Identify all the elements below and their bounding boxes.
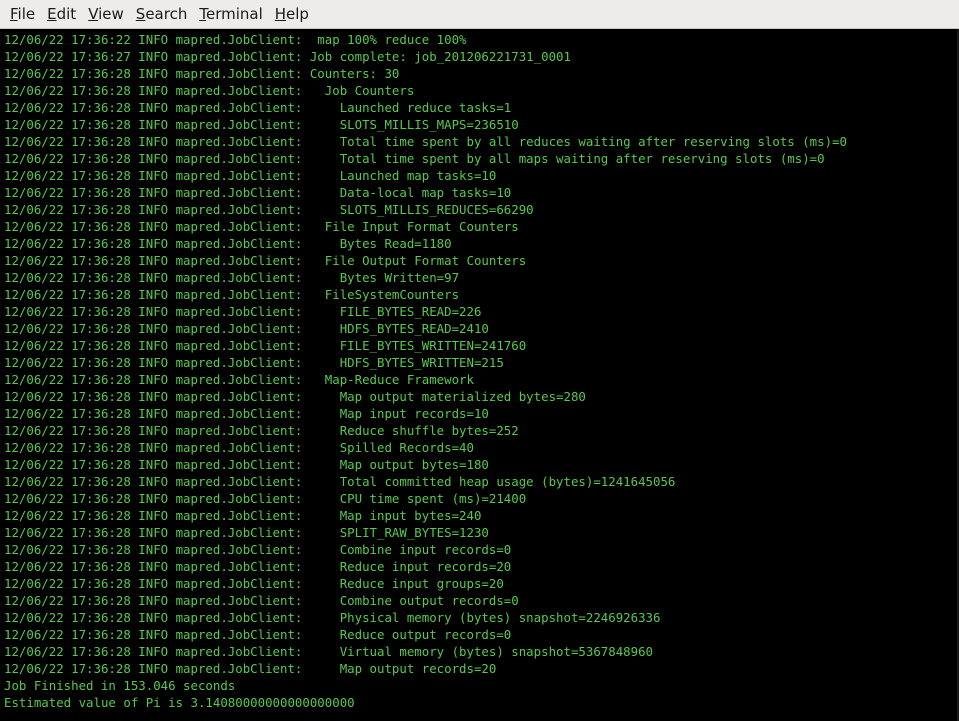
terminal-line: 12/06/22 17:36:28 INFO mapred.JobClient:…: [4, 661, 497, 676]
terminal-line: 12/06/22 17:36:28 INFO mapred.JobClient:…: [4, 610, 661, 625]
terminal-window: File Edit View Search Terminal Help 12/06/22 …: [0, 0, 959, 721]
terminal-line: 12/06/22 17:36:28 INFO mapred.JobClient:…: [4, 576, 504, 591]
terminal-line: 12/06/22 17:36:28 INFO mapred.JobClient:…: [4, 593, 519, 608]
terminal-line: Estimated value of Pi is 3.1408000000000…: [4, 695, 355, 710]
terminal-line: 12/06/22 17:36:28 INFO mapred.JobClient:…: [4, 338, 527, 353]
menu-view[interactable]: View: [82, 0, 130, 29]
menu-help-label: elp: [286, 4, 309, 23]
terminal-line: 12/06/22 17:36:28 INFO mapred.JobClient:…: [4, 406, 489, 421]
menu-file-label: ile: [17, 4, 36, 23]
terminal-line: 12/06/22 17:36:28 INFO mapred.JobClient:…: [4, 559, 512, 574]
terminal-line: 12/06/22 17:36:28 INFO mapred.JobClient:…: [4, 151, 825, 166]
terminal-line: 12/06/22 17:36:28 INFO mapred.JobClient:…: [4, 627, 512, 642]
menu-edit[interactable]: Edit: [41, 0, 82, 29]
terminal-line: 12/06/22 17:36:28 INFO mapred.JobClient:…: [4, 474, 676, 489]
terminal-line: 12/06/22 17:36:28 INFO mapred.JobClient:…: [4, 321, 489, 336]
menu-terminal[interactable]: Terminal: [193, 0, 268, 29]
terminal-line: 12/06/22 17:36:28 INFO mapred.JobClient:…: [4, 525, 489, 540]
terminal-line: 12/06/22 17:36:22 INFO mapred.JobClient:…: [4, 32, 467, 47]
menu-terminal-mnemonic: T: [199, 4, 206, 23]
terminal-line: 12/06/22 17:36:28 INFO mapred.JobClient:…: [4, 355, 504, 370]
terminal-line: 12/06/22 17:36:28 INFO mapred.JobClient:…: [4, 168, 497, 183]
menu-edit-mnemonic: E: [47, 4, 57, 23]
menu-help[interactable]: Help: [269, 0, 315, 29]
terminal-line: 12/06/22 17:36:28 INFO mapred.JobClient:…: [4, 134, 847, 149]
menu-edit-label: dit: [56, 4, 77, 23]
terminal-line: 12/06/22 17:36:28 INFO mapred.JobClient:…: [4, 66, 400, 81]
terminal-line: 12/06/22 17:36:28 INFO mapred.JobClient:…: [4, 457, 489, 472]
terminal-line: 12/06/22 17:36:28 INFO mapred.JobClient:…: [4, 83, 415, 98]
terminal-line: 12/06/22 17:36:28 INFO mapred.JobClient:…: [4, 185, 512, 200]
terminal-line: 12/06/22 17:36:28 INFO mapred.JobClient:…: [4, 542, 512, 557]
terminal-line: 12/06/22 17:36:28 INFO mapred.JobClient:…: [4, 236, 452, 251]
terminal-line: 12/06/22 17:36:28 INFO mapred.JobClient:…: [4, 389, 586, 404]
menu-file-mnemonic: F: [10, 4, 18, 23]
terminal-line: 12/06/22 17:36:28 INFO mapred.JobClient:…: [4, 508, 482, 523]
terminal-line: 12/06/22 17:36:28 INFO mapred.JobClient:…: [4, 440, 474, 455]
terminal-line: 12/06/22 17:36:28 INFO mapred.JobClient:…: [4, 202, 534, 217]
terminal-line: 12/06/22 17:36:28 INFO mapred.JobClient:…: [4, 253, 527, 268]
menu-search[interactable]: Search: [130, 0, 194, 29]
menu-search-label: earch: [145, 4, 188, 23]
menu-view-mnemonic: V: [88, 4, 99, 23]
terminal-line: 12/06/22 17:36:28 INFO mapred.JobClient:…: [4, 219, 519, 234]
terminal-line: 12/06/22 17:36:28 INFO mapred.JobClient:…: [4, 423, 519, 438]
menu-help-mnemonic: H: [274, 4, 287, 23]
terminal-line: 12/06/22 17:36:28 INFO mapred.JobClient:…: [4, 491, 527, 506]
menu-file[interactable]: File: [4, 0, 41, 29]
terminal-line: 12/06/22 17:36:28 INFO mapred.JobClient:…: [4, 117, 519, 132]
terminal-line: 12/06/22 17:36:27 INFO mapred.JobClient:…: [4, 49, 571, 64]
terminal-line: 12/06/22 17:36:28 INFO mapred.JobClient:…: [4, 287, 460, 302]
menu-search-mnemonic: S: [135, 4, 146, 23]
terminal-line: 12/06/22 17:36:28 INFO mapred.JobClient:…: [4, 304, 482, 319]
menu-view-label: iew: [98, 4, 124, 23]
terminal-line: 12/06/22 17:36:28 INFO mapred.JobClient:…: [4, 100, 512, 115]
terminal-output[interactable]: 12/06/22 17:36:22 INFO mapred.JobClient:…: [0, 29, 959, 721]
menu-terminal-label: erminal: [205, 4, 263, 23]
terminal-line: 12/06/22 17:36:28 INFO mapred.JobClient:…: [4, 372, 474, 387]
terminal-line: 12/06/22 17:36:28 INFO mapred.JobClient:…: [4, 270, 460, 285]
terminal-line: Job Finished in 153.046 seconds: [4, 678, 236, 693]
menu-bar: File Edit View Search Terminal Help: [0, 0, 959, 29]
terminal-line: 12/06/22 17:36:28 INFO mapred.JobClient:…: [4, 644, 654, 659]
